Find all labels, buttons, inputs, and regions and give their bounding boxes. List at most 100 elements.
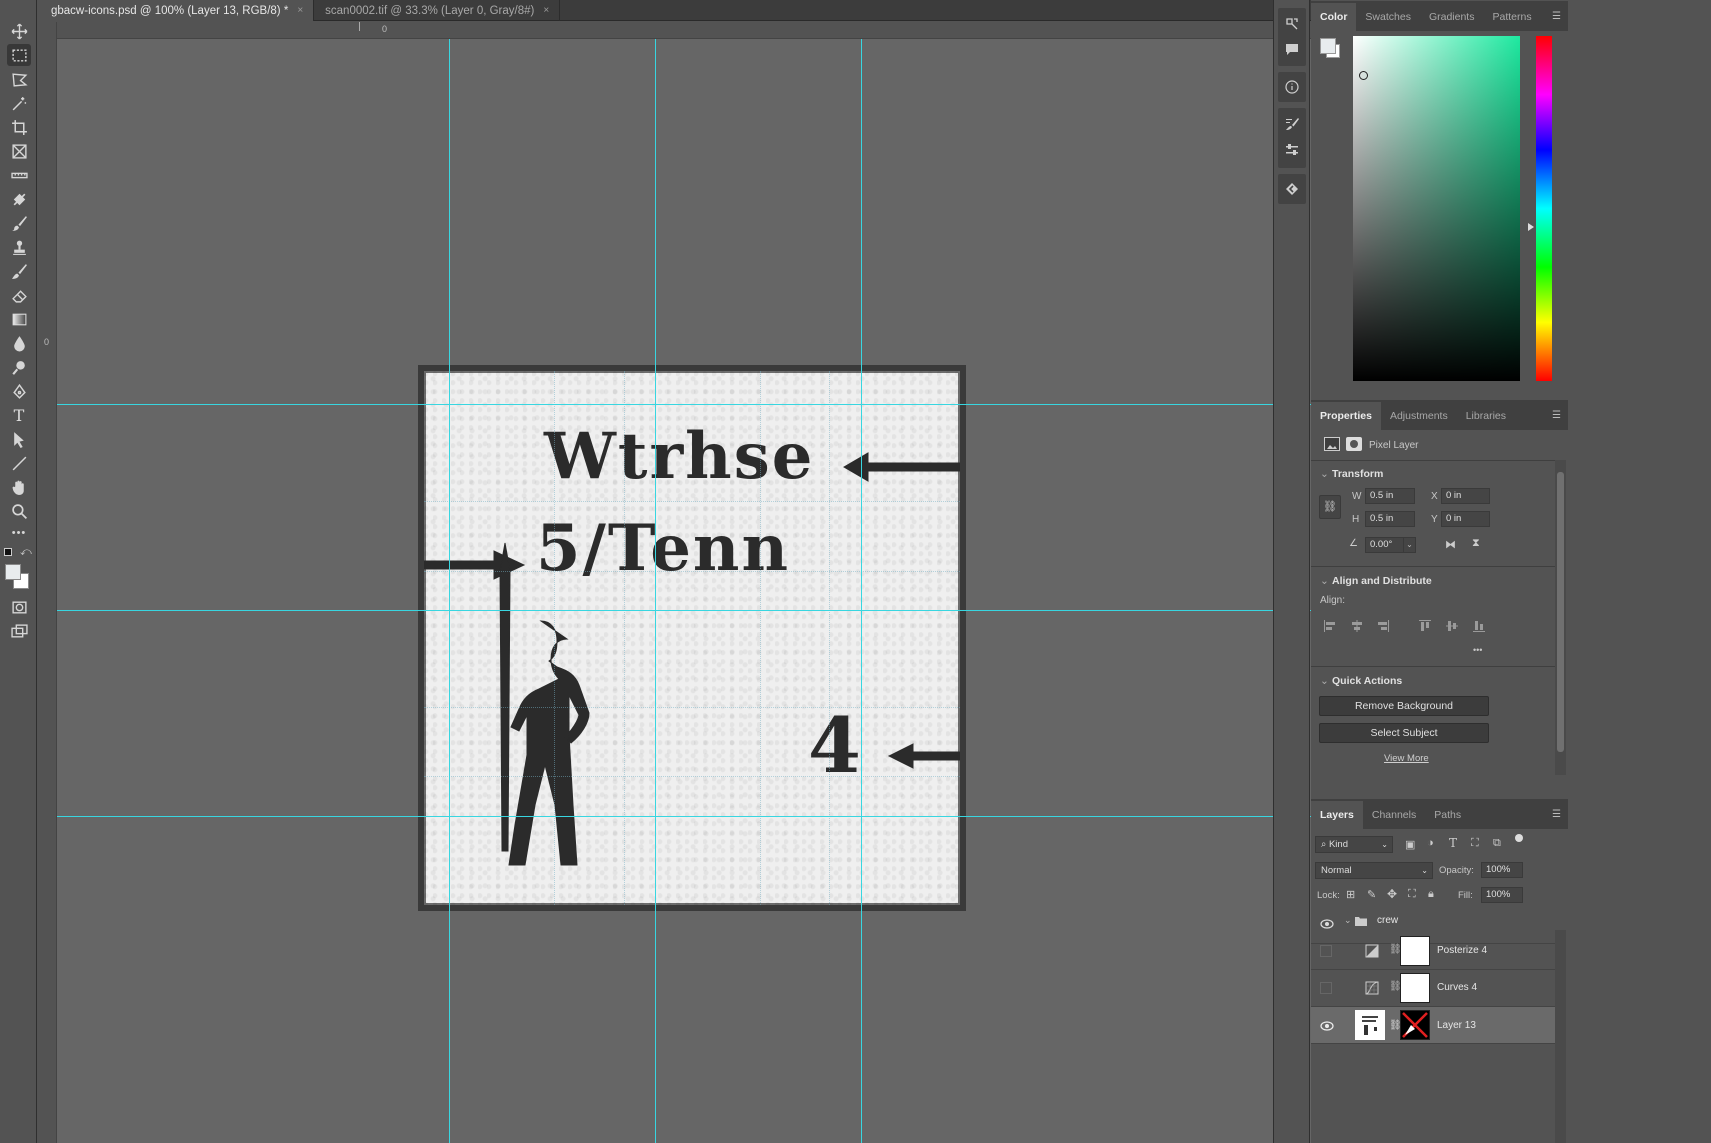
tab-swatches[interactable]: Swatches — [1356, 3, 1420, 31]
tab-patterns[interactable]: Patterns — [1483, 3, 1540, 31]
align-center-h-icon[interactable] — [1350, 619, 1364, 633]
flip-vertical-icon[interactable]: ⧗ — [1472, 537, 1480, 550]
foreground-color-chip[interactable] — [1320, 38, 1336, 54]
color-picker-cursor[interactable] — [1359, 71, 1368, 80]
mask-thumbnail[interactable] — [1400, 973, 1430, 1003]
filter-pixel-icon[interactable]: ▣ — [1405, 838, 1415, 851]
quick-actions-section[interactable]: ⌄ Quick Actions — [1320, 675, 1402, 687]
eraser-icon[interactable] — [7, 284, 31, 306]
guide-vertical[interactable] — [861, 39, 862, 1143]
panel-menu-icon[interactable]: ☰ — [1552, 11, 1562, 22]
visibility-eye-icon[interactable] — [1320, 918, 1334, 930]
ruler-icon[interactable] — [7, 164, 31, 186]
adjustments-sliders-icon[interactable] — [1284, 142, 1300, 158]
history-brush-icon[interactable] — [7, 260, 31, 282]
tab-paths[interactable]: Paths — [1425, 801, 1470, 829]
tab-channels[interactable]: Channels — [1363, 801, 1425, 829]
mask-thumbnail[interactable] — [1400, 936, 1430, 966]
layer-row-layer13[interactable]: ⛓ Layer 13 — [1311, 1007, 1555, 1044]
magic-wand-icon[interactable] — [7, 92, 31, 114]
tab-scan0002[interactable]: scan0002.tif @ 33.3% (Layer 0, Gray/8#) … — [314, 0, 561, 21]
hand-icon[interactable] — [7, 476, 31, 498]
properties-scrollbar[interactable] — [1555, 460, 1566, 775]
vertical-ruler[interactable]: 0 — [40, 22, 57, 1143]
scrollbar-thumb[interactable] — [1557, 472, 1564, 752]
lock-all-icon[interactable]: 🔒︎ — [1428, 888, 1434, 901]
info-panel-icon[interactable] — [1284, 79, 1300, 95]
transform-section[interactable]: ⌄ Transform — [1320, 468, 1383, 480]
more-tools-icon[interactable]: ••• — [7, 522, 31, 544]
flip-horizontal-icon[interactable]: ⧓ — [1445, 538, 1456, 551]
zoom-icon[interactable] — [7, 500, 31, 522]
filter-toggle-icon[interactable] — [1515, 834, 1523, 842]
width-field[interactable]: 0.5 in — [1365, 488, 1415, 504]
close-icon[interactable]: × — [543, 5, 549, 16]
visibility-toggle[interactable] — [1320, 945, 1332, 957]
align-center-v-icon[interactable] — [1445, 619, 1459, 633]
more-options-icon[interactable]: ••• — [1473, 645, 1482, 655]
hue-slider[interactable] — [1528, 36, 1552, 381]
layers-scrollbar[interactable] — [1555, 930, 1566, 1143]
blend-mode-select[interactable]: Normal ⌄ — [1315, 862, 1433, 879]
default-colors-icon[interactable] — [4, 548, 12, 556]
plugins-icon[interactable] — [1284, 181, 1300, 197]
canvas-area[interactable]: 0 0 Wtrhse 5/Tenn 4 — [40, 22, 1380, 1143]
opacity-field[interactable]: 100% — [1481, 862, 1523, 878]
align-top-icon[interactable] — [1418, 619, 1432, 633]
move-icon[interactable] — [7, 20, 31, 42]
view-more-link[interactable]: View More — [1384, 753, 1429, 764]
line-icon[interactable] — [7, 452, 31, 474]
tab-gbacw-icons[interactable]: gbacw-icons.psd @ 100% (Layer 13, RGB/8)… — [40, 0, 315, 21]
align-right-icon[interactable] — [1376, 619, 1390, 633]
tab-libraries[interactable]: Libraries — [1457, 402, 1515, 430]
lock-transparent-icon[interactable]: ⊞ — [1346, 888, 1355, 901]
quick-mask-icon[interactable] — [7, 596, 31, 618]
chevron-down-icon[interactable]: ⌄ — [1344, 915, 1352, 926]
color-field[interactable] — [1353, 36, 1520, 381]
remove-background-button[interactable]: Remove Background — [1319, 696, 1489, 716]
panel-menu-icon[interactable]: ☰ — [1552, 410, 1562, 421]
dodge-icon[interactable] — [7, 356, 31, 378]
healing-brush-icon[interactable] — [7, 188, 31, 210]
foreground-color-swatch[interactable] — [5, 564, 21, 580]
guide-vertical[interactable] — [655, 39, 656, 1143]
crop-icon[interactable] — [7, 116, 31, 138]
layer-mask-icon[interactable] — [1346, 437, 1362, 451]
lock-position-icon[interactable]: ✥ — [1387, 887, 1397, 901]
guide-horizontal[interactable] — [57, 816, 1366, 817]
screen-mode-icon[interactable] — [7, 620, 31, 642]
visibility-eye-icon[interactable] — [1320, 1020, 1334, 1032]
y-field[interactable]: 0 in — [1441, 511, 1490, 527]
brush-settings-icon[interactable] — [1284, 116, 1300, 132]
mask-thumbnail[interactable] — [1400, 1010, 1430, 1040]
fill-field[interactable]: 100% — [1481, 887, 1523, 903]
document-canvas[interactable]: Wtrhse 5/Tenn 4 — [418, 365, 966, 911]
tab-properties[interactable]: Properties — [1311, 402, 1381, 430]
angle-dropdown-icon[interactable]: ⌄ — [1403, 537, 1416, 553]
panel-menu-icon[interactable]: ☰ — [1552, 809, 1562, 820]
history-panel-icon[interactable] — [1284, 16, 1300, 32]
close-icon[interactable]: × — [297, 5, 303, 16]
layer-filter-select[interactable]: ⌕ Kind ⌄ — [1315, 836, 1393, 853]
layer-row-curves[interactable]: ⛓ Curves 4 — [1311, 970, 1555, 1007]
align-bottom-icon[interactable] — [1472, 619, 1486, 633]
filter-type-icon[interactable]: T — [1449, 836, 1457, 850]
hue-slider-handle[interactable] — [1528, 223, 1534, 231]
layer-row-posterize[interactable]: ⛓ Posterize 4 — [1311, 933, 1555, 970]
frame-icon[interactable] — [7, 140, 31, 162]
x-field[interactable]: 0 in — [1441, 488, 1490, 504]
swap-colors-icon[interactable]: ⤺ — [20, 546, 32, 559]
angle-field[interactable]: 0.00° — [1365, 537, 1407, 553]
lasso-icon[interactable] — [7, 68, 31, 90]
align-left-icon[interactable] — [1323, 619, 1337, 633]
pen-icon[interactable] — [7, 380, 31, 402]
brush-icon[interactable] — [7, 212, 31, 234]
tab-color[interactable]: Color — [1311, 3, 1357, 31]
select-subject-button[interactable]: Select Subject — [1319, 723, 1489, 743]
link-dimensions-icon[interactable]: ⛓ — [1319, 495, 1341, 519]
layer-thumbnail[interactable] — [1355, 1010, 1385, 1040]
guide-horizontal[interactable] — [57, 404, 1366, 405]
horizontal-ruler[interactable]: 0 — [57, 22, 1380, 39]
visibility-toggle[interactable] — [1320, 982, 1332, 994]
align-section[interactable]: ⌄ Align and Distribute — [1320, 575, 1432, 587]
